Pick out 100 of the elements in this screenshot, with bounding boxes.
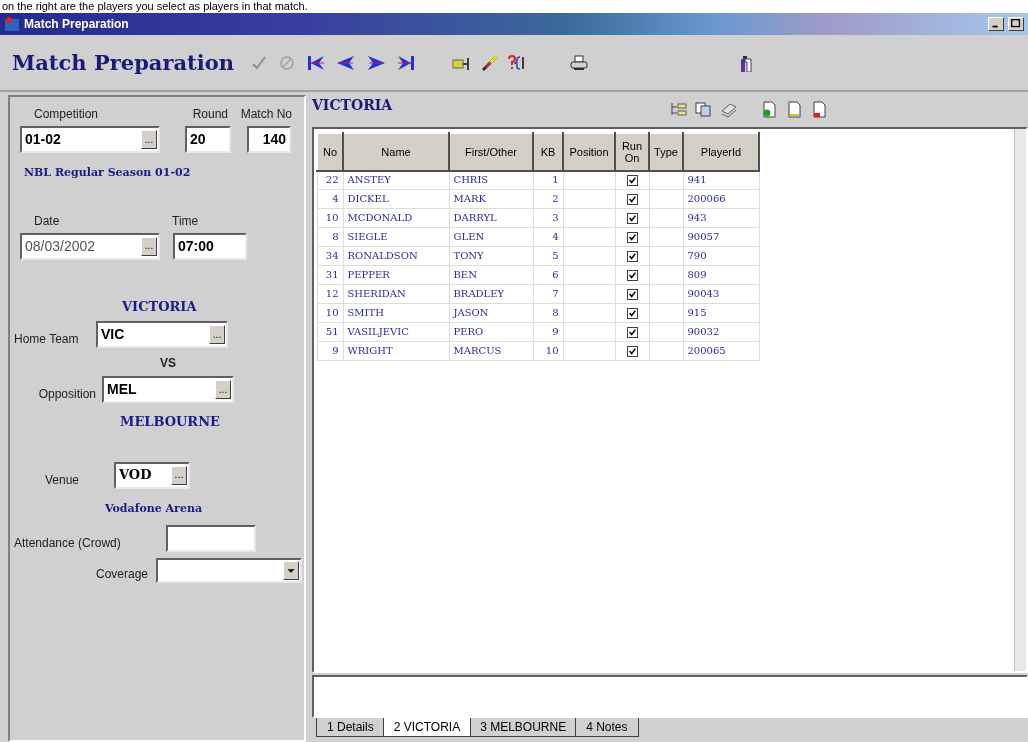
tab[interactable]: 1 Details xyxy=(316,718,385,738)
field-label: Venue xyxy=(44,471,81,489)
column-header[interactable]: PlayerId xyxy=(683,132,759,171)
table-cell: 4 xyxy=(533,227,563,247)
team-name: MELBOURNE xyxy=(120,413,220,431)
table-cell: 10 xyxy=(317,208,343,228)
table-cell: 200066 xyxy=(683,189,759,209)
tab[interactable]: 4 Notes xyxy=(575,718,639,738)
table-cell: 51 xyxy=(317,322,343,342)
window-title: Match Preparation xyxy=(24,16,129,33)
field-label: Round xyxy=(191,106,228,123)
tab[interactable]: 2 VICTORIA xyxy=(382,718,472,738)
column-header[interactable]: Position xyxy=(563,132,615,171)
table-cell: 8 xyxy=(317,227,343,247)
app-icon xyxy=(4,16,20,32)
vertical-scrollbar[interactable] xyxy=(1014,128,1026,671)
home-team-field[interactable]: VIC ... xyxy=(96,321,228,348)
field-label: Home Team xyxy=(14,331,80,348)
run-on-checkbox[interactable] xyxy=(626,308,638,320)
table-cell: 1 xyxy=(533,170,563,190)
run-on-checkbox[interactable] xyxy=(626,327,638,339)
table-cell: 9 xyxy=(533,322,563,342)
table-cell: 90043 xyxy=(683,284,759,304)
opposition-field[interactable]: MEL ... xyxy=(102,376,234,403)
app-title: Match Preparation xyxy=(12,48,235,77)
table-cell: 90032 xyxy=(683,322,759,342)
field-label: Match No xyxy=(239,106,292,123)
delete-record-icon[interactable] xyxy=(811,101,828,118)
column-header[interactable]: No xyxy=(317,132,343,171)
table-cell: RONALDSON xyxy=(343,246,449,266)
table-cell: 8 xyxy=(533,303,563,323)
last-record-icon[interactable] xyxy=(396,53,417,72)
table-cell: PERO xyxy=(449,322,533,342)
table-cell: 7 xyxy=(533,284,563,304)
table-cell: 809 xyxy=(683,265,759,285)
run-on-checkbox[interactable] xyxy=(626,232,638,244)
table-cell: 941 xyxy=(683,170,759,190)
round-field[interactable]: 20 xyxy=(185,126,231,153)
lookup-button[interactable]: ... xyxy=(171,465,187,485)
field-label: Time xyxy=(172,212,199,230)
table-cell: 34 xyxy=(317,246,343,266)
coverage-dropdown[interactable] xyxy=(156,558,302,583)
attendance-field[interactable] xyxy=(166,525,256,552)
date-field[interactable]: 08/03/2002 ... xyxy=(20,232,160,260)
lookup-button[interactable]: ... xyxy=(141,130,157,149)
column-header[interactable]: Name xyxy=(343,132,449,171)
table-cell: 915 xyxy=(683,303,759,323)
notes-field[interactable] xyxy=(312,674,1028,719)
add-record-icon[interactable] xyxy=(761,101,778,118)
table-cell: 12 xyxy=(317,284,343,304)
previous-record-icon[interactable] xyxy=(336,53,357,72)
next-record-icon[interactable] xyxy=(366,53,387,72)
edit-record-icon[interactable] xyxy=(786,101,803,118)
venue-name: Vodafone Arena xyxy=(105,500,203,517)
run-on-checkbox[interactable] xyxy=(626,251,638,263)
lookup-button[interactable]: ... xyxy=(215,380,231,399)
table-cell: WRIGHT xyxy=(343,341,449,361)
table-cell: DICKEL xyxy=(343,189,449,209)
run-on-checkbox[interactable] xyxy=(626,346,638,358)
run-on-checkbox[interactable] xyxy=(626,213,638,225)
lookup-button[interactable]: ... xyxy=(209,325,225,344)
help-icon[interactable] xyxy=(508,53,527,72)
column-header[interactable]: Type xyxy=(649,132,683,171)
first-record-icon[interactable] xyxy=(306,53,327,72)
run-on-checkbox[interactable] xyxy=(626,270,638,282)
match-number-field[interactable]: 140 xyxy=(247,126,291,153)
printer-icon[interactable] xyxy=(570,53,589,72)
stack-icon[interactable] xyxy=(720,101,737,118)
table-cell: 22 xyxy=(317,170,343,190)
copy-icon[interactable] xyxy=(695,101,712,118)
competition-field[interactable]: 01-02 ... xyxy=(20,126,160,153)
column-header[interactable]: First/Other xyxy=(449,132,533,171)
brush-icon[interactable] xyxy=(480,53,499,72)
field-label: Competition xyxy=(33,106,100,123)
run-on-checkbox[interactable] xyxy=(626,194,638,206)
tree-list-icon[interactable] xyxy=(670,101,687,118)
table-cell: 90057 xyxy=(683,227,759,247)
versus-label: VS xyxy=(160,355,176,372)
run-on-checkbox[interactable] xyxy=(626,289,638,301)
run-on-checkbox[interactable] xyxy=(626,175,638,187)
maximize-icon[interactable] xyxy=(1008,17,1024,31)
minimize-icon[interactable] xyxy=(988,17,1004,31)
column-header[interactable]: KB xyxy=(533,132,563,171)
table-cell: MARK xyxy=(449,189,533,209)
table-cell: 2 xyxy=(533,189,563,209)
venue-field[interactable]: VOD ... xyxy=(114,461,190,489)
table-cell: 4 xyxy=(317,189,343,209)
lookup-button[interactable]: ... xyxy=(141,236,157,256)
team-name: VICTORIA xyxy=(122,297,197,316)
table-cell: 10 xyxy=(317,303,343,323)
table-cell: GLEN xyxy=(449,227,533,247)
caption-text: on the right are the players you select as players in that match. xyxy=(1,0,309,13)
time-field[interactable]: 07:00 xyxy=(173,232,247,260)
table-cell: 3 xyxy=(533,208,563,228)
column-header[interactable]: Run On xyxy=(615,132,649,171)
table-cell: PEPPER xyxy=(343,265,449,285)
table-cell: SHERIDAN xyxy=(343,284,449,304)
table-cell: JASON xyxy=(449,303,533,323)
field-label: Opposition xyxy=(37,386,97,403)
table-cell: DARRYL xyxy=(449,208,533,228)
